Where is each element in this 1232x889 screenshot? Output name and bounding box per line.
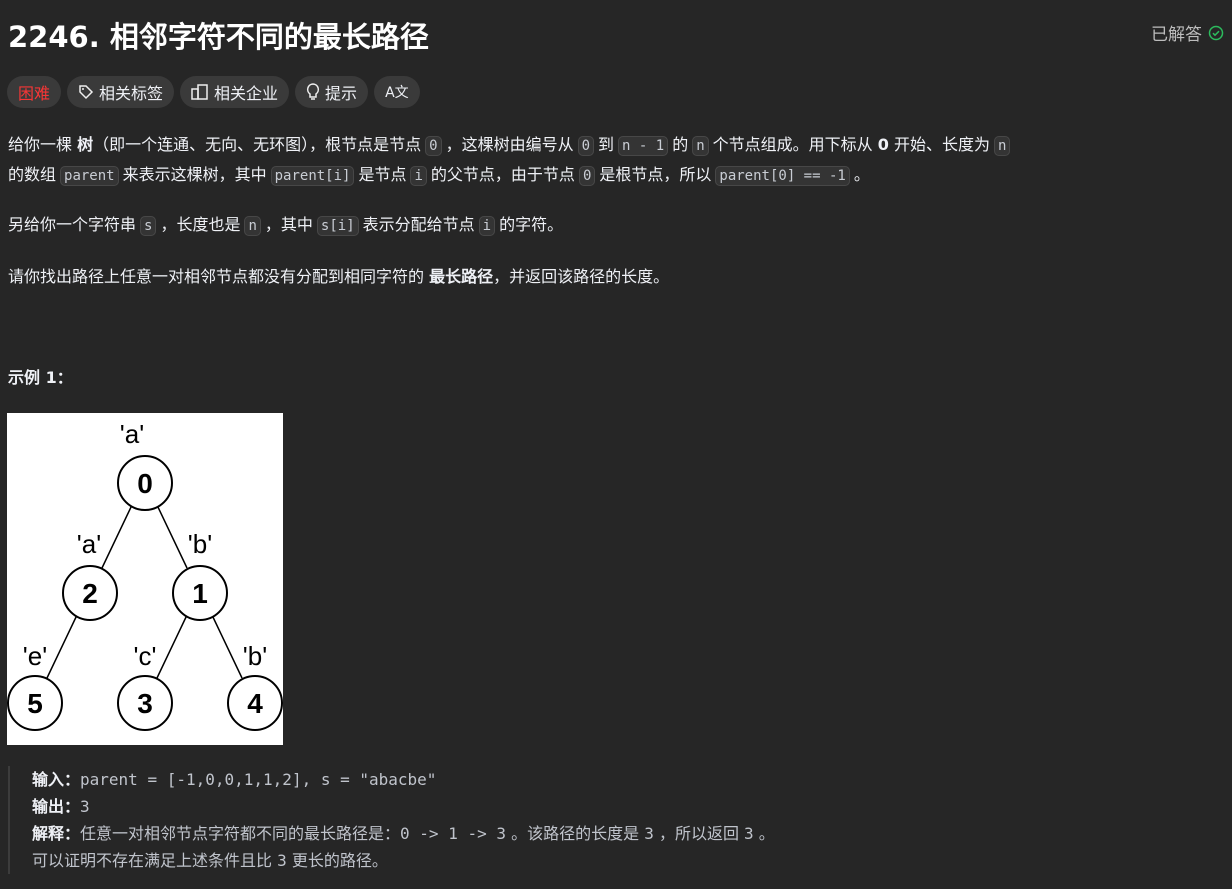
tree-node-id: 1 bbox=[192, 578, 208, 609]
example-note: 可以证明不存在满足上述条件且比 3 更长的路径。 bbox=[32, 847, 775, 874]
label: 相关企业 bbox=[214, 84, 279, 103]
text: 是节点 bbox=[358, 165, 407, 184]
building-icon bbox=[191, 84, 208, 100]
code: i bbox=[478, 216, 496, 236]
text: 到 bbox=[598, 135, 615, 154]
example-block: 输入：parent = [-1,0,0,1,1,2], s = "abacbe"… bbox=[8, 766, 775, 874]
value: 3 bbox=[80, 797, 90, 816]
text: 开始、长度为 bbox=[888, 135, 990, 154]
text: 任意一对相邻节点字符都不同的最长路径是： bbox=[80, 824, 401, 843]
translate-button[interactable]: A文 bbox=[374, 76, 420, 108]
related-tags-button[interactable]: 相关标签 bbox=[67, 76, 175, 108]
code: 0 bbox=[578, 166, 596, 186]
text: 请你找出路径上任意一对相邻节点都没有分配到相同字符的 bbox=[8, 267, 430, 286]
text: 最长路径 bbox=[429, 267, 494, 286]
text: 来表示这棵树，其中 bbox=[122, 165, 267, 184]
label: 输入： bbox=[32, 770, 81, 789]
desc-line-1: 给你一棵 树（即一个连通、无向、无环图），根节点是节点 0 ，这棵树由编号从 0 到 n … bbox=[8, 130, 1014, 161]
value: 3 bbox=[644, 824, 654, 843]
lightbulb-icon bbox=[306, 83, 320, 100]
text: 表示分配给节点 bbox=[362, 215, 475, 234]
text: 可以证明不存在满足上述条件且比 bbox=[32, 851, 273, 870]
code: i bbox=[410, 166, 427, 186]
code: s bbox=[140, 216, 157, 236]
desc-line-2: 的数组 parent 来表示这棵树，其中 parent[i] 是节点 i 的父节点，由于节点… bbox=[8, 160, 870, 191]
tree-diagram: 0 'a' 2 'a' 1 'b' 5 'e' 3 'c' 4 'b' bbox=[7, 413, 283, 745]
solved-status: 已解答 bbox=[1151, 20, 1224, 45]
value: parent = [-1,0,0,1,1,2], s = "abacbe" bbox=[80, 770, 437, 789]
text: 个节点组成。用下标从 bbox=[712, 135, 878, 154]
text: 。 bbox=[853, 165, 870, 184]
text: 的数组 bbox=[8, 165, 57, 184]
text: 另给你一个字符串 bbox=[8, 215, 137, 234]
tree-node-id: 3 bbox=[137, 688, 153, 719]
label: 输出： bbox=[32, 797, 81, 816]
tree-node-char: 'a' bbox=[120, 419, 144, 449]
tree-node-char: 'c' bbox=[134, 641, 157, 671]
label: 提示 bbox=[325, 84, 358, 103]
code: 0 bbox=[425, 136, 442, 156]
code: n bbox=[244, 216, 261, 236]
companies-button[interactable]: 相关企业 bbox=[180, 76, 290, 108]
text: 。 bbox=[758, 824, 775, 843]
code: parent[0] == -1 bbox=[715, 166, 850, 186]
tag-icon bbox=[79, 85, 94, 100]
code: s[i] bbox=[316, 216, 359, 236]
label: 相关标签 bbox=[99, 84, 164, 103]
text: ，所以返回 bbox=[658, 824, 739, 843]
text: （即一个连通、无向、无环图），根节点是节点 bbox=[93, 135, 422, 154]
tree-node-id: 4 bbox=[247, 688, 263, 719]
value: 3 bbox=[744, 824, 754, 843]
tree-node-id: 5 bbox=[27, 688, 43, 719]
example-output: 输出：3 bbox=[32, 793, 775, 820]
text: ，这棵树由编号从 bbox=[445, 135, 574, 154]
tree-node-char: 'b' bbox=[243, 641, 267, 671]
text: 0 bbox=[877, 135, 889, 154]
code: n - 1 bbox=[618, 136, 669, 156]
tree-node-id: 2 bbox=[82, 578, 98, 609]
solved-label: 已解答 bbox=[1151, 25, 1202, 45]
tree-node-char: 'b' bbox=[188, 529, 212, 559]
text: ，长度也是 bbox=[160, 215, 241, 234]
code: n bbox=[993, 136, 1011, 156]
text: 给你一棵 bbox=[8, 135, 78, 154]
tree-node-id: 0 bbox=[137, 468, 153, 499]
text: 更长的路径。 bbox=[291, 851, 388, 870]
tree-node-char: 'a' bbox=[77, 529, 101, 559]
page-title: 2246. 相邻字符不同的最长路径 bbox=[8, 20, 429, 54]
text: 。该路径的长度是 bbox=[511, 824, 640, 843]
desc-line-3: 另给你一个字符串 s ，长度也是 n ，其中 s[i] 表示分配给节点 i 的字符。 bbox=[8, 210, 563, 241]
hint-button[interactable]: 提示 bbox=[295, 76, 369, 108]
code: 0 bbox=[577, 136, 595, 156]
text: ，其中 bbox=[264, 215, 313, 234]
code: parent bbox=[60, 166, 119, 186]
example-title: 示例 1： bbox=[8, 368, 73, 387]
text: 的 bbox=[672, 135, 689, 154]
text: ，并返回该路径的长度。 bbox=[493, 267, 670, 286]
example-explanation: 解释：任意一对相邻节点字符都不同的最长路径是：0 -> 1 -> 3 。该路径的… bbox=[32, 820, 775, 847]
check-circle-icon bbox=[1208, 25, 1224, 40]
text: 是根节点，所以 bbox=[599, 165, 712, 184]
difficulty-badge[interactable]: 困难 bbox=[7, 76, 62, 108]
desc-line-4: 请你找出路径上任意一对相邻节点都没有分配到相同字符的 最长路径，并返回该路径的长… bbox=[8, 262, 669, 292]
text: 的父节点，由于节点 bbox=[430, 165, 575, 184]
text: 的字符。 bbox=[499, 215, 564, 234]
value: 0 -> 1 -> 3 bbox=[400, 824, 506, 843]
code: n bbox=[692, 136, 709, 156]
example-input: 输入：parent = [-1,0,0,1,1,2], s = "abacbe" bbox=[32, 766, 775, 793]
code: parent[i] bbox=[270, 166, 355, 186]
tag-bar: 困难 相关标签 相关企业 提示 A文 bbox=[7, 76, 420, 108]
tree-node-char: 'e' bbox=[23, 641, 47, 671]
label: 解释： bbox=[32, 824, 81, 843]
value: 3 bbox=[277, 851, 287, 870]
text: 树 bbox=[77, 135, 94, 154]
